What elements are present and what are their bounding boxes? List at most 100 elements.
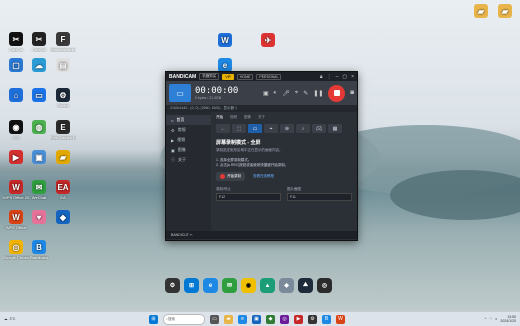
sidebar-item-general[interactable]: ⚙ 常规 xyxy=(166,125,211,135)
edge-dock-icon[interactable]: e xyxy=(203,278,218,293)
record-toolbar: ▭ 00:00:00 0 bytes / 21.0GB ▣ 🔈︎ 🎤︎ ⌖ ✎ … xyxy=(166,81,357,105)
epic-icon: E xyxy=(56,120,70,134)
desktop-icon[interactable]: ▣ xyxy=(26,150,52,165)
speaker-icon[interactable]: 🔈︎ xyxy=(274,90,278,97)
desktop-icon[interactable]: ✂ CapCut xyxy=(26,32,52,52)
sidebar-item-image[interactable]: ▣ 图像 xyxy=(166,145,211,155)
desktop-icon[interactable]: ▰ xyxy=(50,150,76,165)
app-dock-icon[interactable]: ◆ xyxy=(279,278,294,293)
rect-mode-icon[interactable]: ⬚ xyxy=(232,124,246,133)
network-icon: ⌂ xyxy=(9,88,23,102)
sidebar-item-label: 关于 xyxy=(178,157,186,162)
sidebar: ⌂ 首页 ⚙ 常规 ▶ 视频 ▣ 图像 ⓘ 关于 xyxy=(166,112,211,231)
windows-dock-icon[interactable]: ⊞ xyxy=(184,278,199,293)
desktop-icon[interactable]: ◆ xyxy=(50,210,76,225)
audio-mode-icon[interactable]: ♪ xyxy=(296,124,310,133)
desktop-icon[interactable]: ✉ WeChat xyxy=(26,180,52,200)
weather-temp: 3°C xyxy=(9,317,16,321)
title-bar: BANDICAM 机器购买 VIP HOME PERSONAL 🔒︎ ⋮ – ▢… xyxy=(166,72,357,81)
desktop-dock: ⚙ ⊞ e ✉ ◉ ▲ ◆ ⛰ ◎ xyxy=(165,278,332,293)
desktop-icon[interactable]: ▭ xyxy=(26,88,52,103)
personal-button[interactable]: PERSONAL xyxy=(256,73,282,80)
app-icon[interactable]: W xyxy=(336,314,345,324)
file-size: 0 bytes / 21.0GB xyxy=(195,95,222,100)
back-icon[interactable]: ← xyxy=(216,124,230,133)
hotkey-record-field[interactable]: F12 xyxy=(216,193,281,201)
desktop-icon[interactable]: ⚙ Steam xyxy=(50,88,76,108)
start-record-button[interactable]: 开始录制 xyxy=(216,172,245,181)
sidebar-item-video[interactable]: ▶ 视频 xyxy=(166,135,211,145)
tab-start[interactable]: 开始 xyxy=(216,115,223,120)
hotkey-image: 图片截图 F11 xyxy=(287,187,352,201)
wechat-dock-icon[interactable]: ✉ xyxy=(222,278,237,293)
desktop-app-icon[interactable]: ✈ xyxy=(255,33,281,48)
folder-icon: ▰ xyxy=(56,150,70,164)
desktop-folder-right-1[interactable]: ▰ xyxy=(468,4,494,19)
desktop-icon[interactable]: FWondershare Filmora xyxy=(50,32,76,52)
desktop-folder-right-2[interactable]: ▰ xyxy=(492,4,518,19)
store-icon[interactable]: ▣ xyxy=(252,314,261,324)
close-icon[interactable]: × xyxy=(351,74,354,80)
home-button[interactable]: HOME xyxy=(236,73,254,80)
game-mode-icon[interactable]: 🎮︎ xyxy=(312,124,326,133)
ea-icon: EA xyxy=(56,180,70,194)
mouse-mode-icon[interactable]: ⊕ xyxy=(280,124,294,133)
hotkey-image-field[interactable]: F11 xyxy=(287,193,352,201)
tab-image[interactable]: 图像 xyxy=(244,115,251,120)
maximize-icon[interactable]: ▢ xyxy=(342,74,347,80)
tab-video[interactable]: 视频 xyxy=(230,115,237,120)
explorer-icon[interactable]: ▰ xyxy=(224,314,233,324)
sidebar-item-home[interactable]: ⌂ 首页 xyxy=(166,115,211,125)
purchase-button[interactable]: 机器购买 xyxy=(199,73,220,80)
desktop-icon[interactable]: EEpic Games Launcher xyxy=(50,120,76,140)
steam-dock-icon[interactable]: ⚙ xyxy=(165,278,180,293)
app-icon[interactable]: ⚙ xyxy=(308,314,317,324)
volume-icon[interactable]: 🔈︎ xyxy=(495,317,497,321)
tab-about[interactable]: 关于 xyxy=(258,115,265,120)
cursor-icon[interactable]: ⌖ xyxy=(295,90,298,97)
desktop-icon[interactable]: EA EA xyxy=(50,180,76,200)
desktop-icon[interactable]: ♥ xyxy=(26,210,52,225)
vip-badge[interactable]: VIP xyxy=(222,73,234,80)
app-dock-icon[interactable]: ⛰ xyxy=(298,278,313,293)
wifi-icon[interactable]: ◠ xyxy=(489,317,492,321)
app-icon[interactable]: ◎ xyxy=(280,314,289,324)
app-dock-icon[interactable]: ◎ xyxy=(317,278,332,293)
weather-widget[interactable]: ☁ 3°C xyxy=(0,317,64,321)
mode-heading: 屏幕录制模式 - 全屏 xyxy=(216,140,261,146)
desktop-icon[interactable]: ◍ xyxy=(26,120,52,135)
sidebar-item-about[interactable]: ⓘ 关于 xyxy=(166,155,211,165)
qq-dock-icon[interactable]: ◉ xyxy=(241,278,256,293)
mic-icon[interactable]: 🎤︎ xyxy=(282,90,290,97)
taskview-icon[interactable]: ▭ xyxy=(210,314,219,324)
app-icon[interactable]: ▶ xyxy=(294,314,303,324)
minimize-icon[interactable]: – xyxy=(336,74,339,80)
screen-mode-button[interactable]: ▭ xyxy=(169,84,191,102)
desktop-icon[interactable]: B Bandicam xyxy=(26,240,52,260)
bandicut-footer[interactable]: BANDICUT ✂ xyxy=(166,231,357,239)
lock-icon[interactable]: 🔒︎ xyxy=(320,74,323,80)
bandicam-taskbar-icon[interactable]: B xyxy=(322,314,331,324)
app-dock-icon[interactable]: ▲ xyxy=(260,278,275,293)
desktop-icon[interactable]: ▤ xyxy=(50,58,76,73)
doc-icon: W xyxy=(218,33,232,47)
pencil-icon[interactable]: ✎ xyxy=(303,90,308,97)
fullscreen-mode-icon[interactable]: ▭ xyxy=(248,124,262,133)
capcut-icon: ✂ xyxy=(9,32,23,46)
search-box[interactable]: ⌕ 搜索 xyxy=(163,313,205,325)
app-icon[interactable]: ◆ xyxy=(266,314,275,324)
area-mode-icon[interactable]: ⌖ xyxy=(264,124,278,133)
desktop-icon[interactable]: ☁ xyxy=(26,58,52,73)
record-button[interactable] xyxy=(328,84,346,102)
chevron-up-icon[interactable]: ^ xyxy=(485,317,487,321)
clock[interactable]: 13:50 2024/1/20 xyxy=(500,315,516,323)
webcam-icon[interactable]: ▣ xyxy=(263,90,269,97)
pause-icon[interactable]: ❚❚ xyxy=(313,90,323,97)
device-mode-icon[interactable]: ▦ xyxy=(328,124,342,133)
tutorial-link[interactable]: 查看在线教程 xyxy=(253,174,274,179)
start-icon[interactable]: ⊞ xyxy=(149,314,158,324)
camera-icon[interactable]: ◙ xyxy=(350,90,354,96)
desktop-doc-icon[interactable]: W xyxy=(212,33,238,48)
settings-icon[interactable]: ⋮ xyxy=(327,74,332,80)
edge-icon[interactable]: e xyxy=(238,314,247,324)
